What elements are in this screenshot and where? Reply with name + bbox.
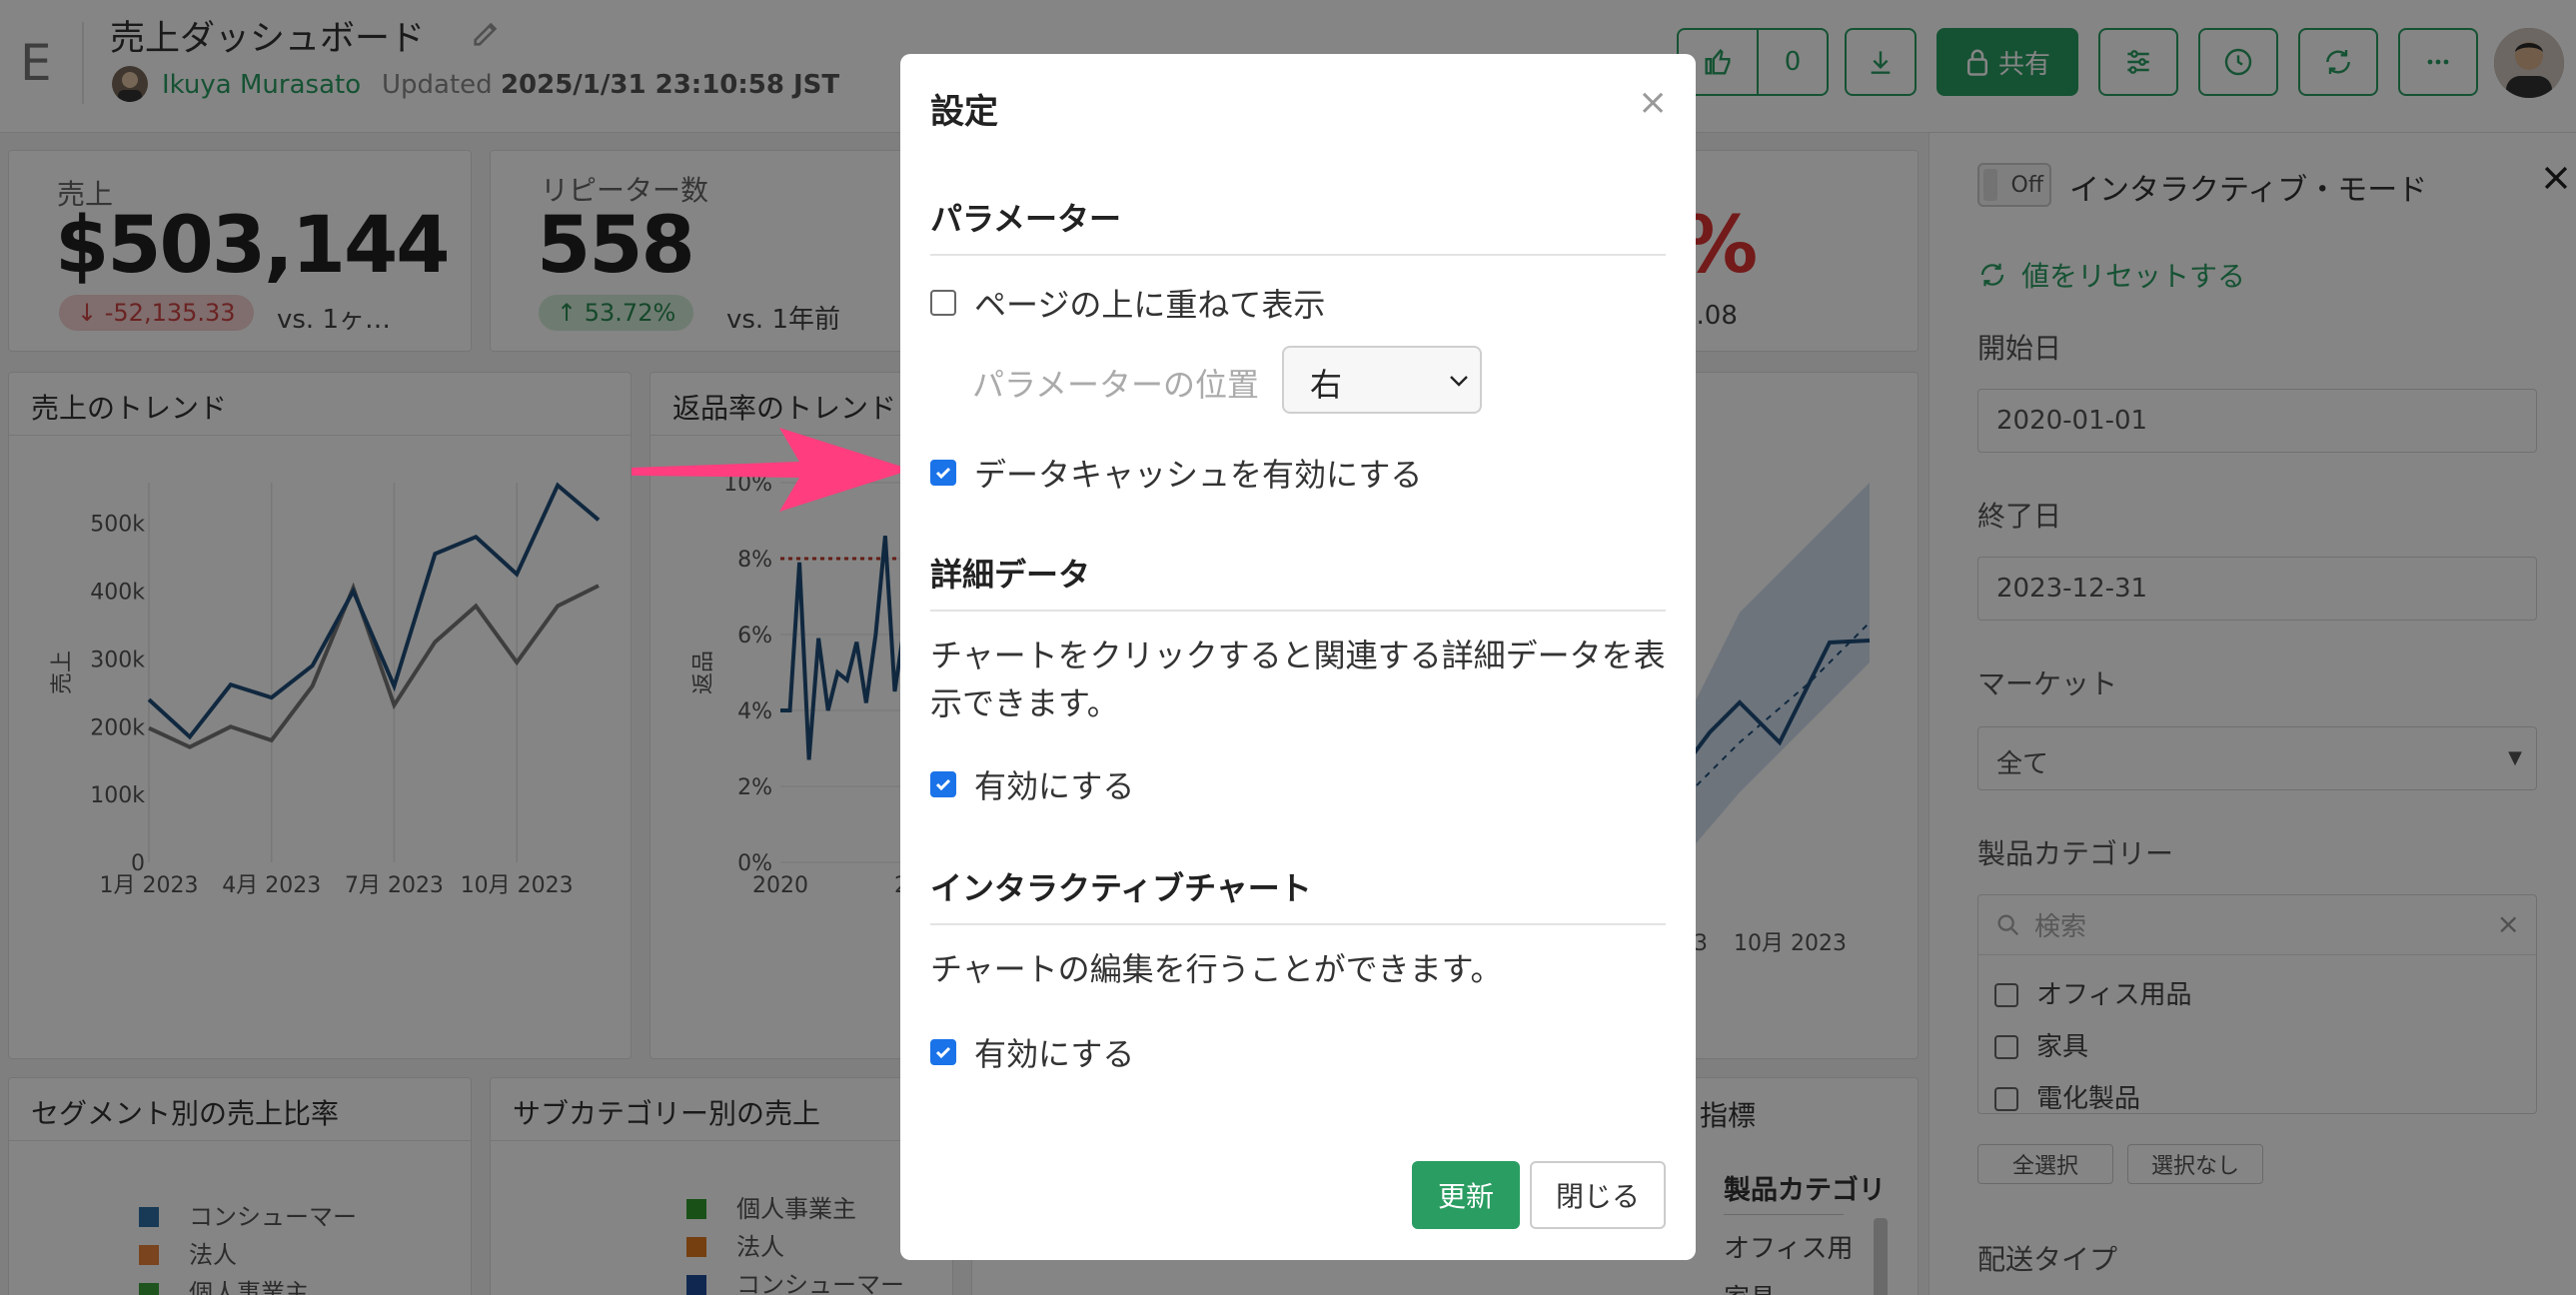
interactive-enable-option[interactable]: 有効にする: [930, 1029, 1134, 1075]
cache-label: データキャッシュを有効にする: [974, 456, 1423, 494]
settings-modal: 設定 × パラメーター ページの上に重ねて表示 パラメーターの位置 右 データキ…: [900, 54, 1696, 1260]
modal-title: 設定: [930, 92, 998, 132]
section-parameters: パラメーター: [930, 194, 1666, 256]
detail-enable-option[interactable]: 有効にする: [930, 761, 1134, 807]
section-interactive-chart: インタラクティブチャート: [930, 863, 1666, 925]
overlay-label: ページの上に重ねて表示: [974, 286, 1326, 324]
interactive-enable-label: 有効にする: [974, 1035, 1135, 1073]
pointer-arrow: [632, 428, 911, 512]
close-button[interactable]: 閉じる: [1530, 1161, 1666, 1229]
update-button[interactable]: 更新: [1412, 1161, 1520, 1229]
cache-option[interactable]: データキャッシュを有効にする: [930, 450, 1422, 496]
parameter-position-select[interactable]: 右: [1282, 346, 1482, 414]
overlay-option[interactable]: ページの上に重ねて表示: [930, 280, 1325, 326]
cache-checkbox[interactable]: [930, 460, 956, 486]
overlay-checkbox[interactable]: [930, 290, 956, 316]
interactive-description: チャートの編集を行うことができます。: [930, 950, 1503, 988]
parameter-position-label: パラメーターの位置: [972, 366, 1260, 404]
detail-enable-checkbox[interactable]: [930, 771, 956, 797]
modal-close-icon[interactable]: ×: [1638, 82, 1668, 123]
parameter-position-value: 右: [1310, 366, 1343, 404]
chevron-down-icon: [1450, 376, 1468, 387]
detail-enable-label: 有効にする: [974, 767, 1135, 805]
section-detail-data: 詳細データ: [930, 550, 1666, 612]
interactive-enable-checkbox[interactable]: [930, 1039, 956, 1065]
detail-description: チャートをクリックすると関連する詳細データを表示できます。: [930, 637, 1666, 722]
